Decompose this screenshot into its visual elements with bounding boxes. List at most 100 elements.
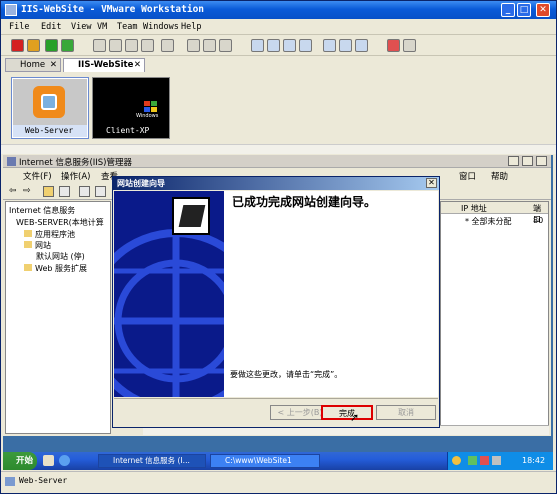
show-tree-icon[interactable] — [59, 186, 70, 197]
menu-vm[interactable]: VM — [97, 22, 107, 32]
table-row[interactable]: * 全部未分配 80 — [441, 216, 548, 226]
mmc-close-button[interactable] — [536, 156, 547, 166]
start-label: 开始 — [16, 456, 34, 466]
forward-arrow-icon[interactable]: ⇨ — [23, 186, 31, 196]
tab-iis-label: IIS-WebSite — [78, 60, 134, 70]
summary-view-icon[interactable] — [323, 39, 336, 52]
tray-speaker-icon[interactable] — [492, 456, 501, 465]
power-on-icon[interactable] — [45, 39, 58, 52]
tab-home[interactable]: Home ✕ — [5, 58, 61, 72]
sidebar-view-icon[interactable] — [251, 39, 264, 52]
console-view-icon[interactable] — [267, 39, 280, 52]
tray-security-icon[interactable] — [480, 456, 489, 465]
cancel-button[interactable]: 取消 — [376, 405, 436, 420]
close-tab-icon[interactable]: ✕ — [50, 59, 57, 71]
revert-icon[interactable] — [109, 39, 122, 52]
finish-button[interactable]: 完成 — [321, 405, 373, 420]
clone-icon[interactable] — [141, 39, 154, 52]
title-bar: IIS-WebSite - VMware Workstation _ □ ✕ — [1, 1, 556, 19]
tree-item-server[interactable]: WEB-SERVER(本地计算 — [16, 217, 104, 228]
tree-item-iis[interactable]: Internet 信息服务 — [9, 205, 75, 216]
tree-label: 应用程序池 — [35, 230, 75, 239]
start-button[interactable]: 开始 — [3, 452, 37, 470]
properties-icon[interactable] — [79, 186, 90, 197]
tab-iis-website[interactable]: IIS-WebSite ✕ — [63, 58, 145, 72]
menu-help[interactable]: Help — [181, 22, 201, 32]
quick-switch-icon[interactable] — [283, 39, 296, 52]
reset-icon[interactable] — [61, 39, 74, 52]
replay-icon[interactable] — [203, 39, 216, 52]
vm-thumbnail-bar: Web-Server Windows Client-XP — [1, 74, 556, 144]
close-button[interactable]: ✕ — [536, 3, 550, 17]
task-iis-manager[interactable]: Internet 信息服务 (I... — [98, 454, 206, 468]
snapshot-icon[interactable] — [93, 39, 106, 52]
menu-file[interactable]: File — [9, 22, 29, 32]
quicklaunch-desktop-icon[interactable] — [43, 455, 54, 466]
folder-icon — [24, 264, 32, 271]
menu-team[interactable]: Team — [117, 22, 137, 32]
tree-item-websites[interactable]: 网站 — [24, 240, 51, 251]
wizard-heading: 已成功完成网站创建向导。 — [232, 195, 377, 209]
status-text: Web-Server — [19, 476, 68, 485]
settings-icon[interactable] — [161, 39, 174, 52]
wizard-close-button[interactable]: ✕ — [426, 178, 437, 188]
column-ip[interactable]: IP 地址 — [461, 203, 487, 214]
quicklaunch-ie-icon[interactable] — [59, 455, 70, 466]
book-icon — [172, 197, 210, 235]
taskbar: 开始 Internet 信息服务 (I... C:\www\WebSite1 1… — [3, 452, 553, 470]
full-screen-icon[interactable] — [299, 39, 312, 52]
tree-item-web-extensions[interactable]: Web 服务扩展 — [24, 263, 87, 274]
mmc-menu-action[interactable]: 操作(A) — [61, 170, 90, 182]
tab-bar: Home ✕ IIS-WebSite ✕ — [1, 57, 556, 73]
up-folder-icon[interactable] — [43, 186, 54, 197]
folder-icon — [24, 230, 32, 237]
menu-edit[interactable]: Edit — [41, 22, 61, 32]
list-header: IP 地址 端口 — [441, 202, 548, 224]
menu-windows[interactable]: Windows — [143, 22, 179, 32]
tree-label: Web 服务扩展 — [35, 264, 87, 273]
wizard-content: 已成功完成网站创建向导。 要做这些更改，请单击“完成”。 — [224, 191, 438, 397]
tree-label: WEB-SERVER(本地计算 — [16, 218, 104, 227]
suspend-icon[interactable] — [27, 39, 40, 52]
ace-icon[interactable] — [219, 39, 232, 52]
wizard-title: 网站创建向导 — [117, 179, 165, 188]
mmc-maximize-button[interactable] — [522, 156, 533, 166]
mmc-menu-window[interactable]: 窗口 — [459, 170, 476, 182]
mmc-menu-help[interactable]: 帮助 — [491, 170, 508, 182]
vmware-app-icon — [5, 4, 17, 16]
tray-alert-icon[interactable] — [452, 456, 461, 465]
wizard-side-graphic — [114, 191, 224, 397]
power-off-icon[interactable] — [11, 39, 24, 52]
iis-tree-pane: Internet 信息服务 WEB-SERVER(本地计算 应用程序池 网站 默… — [5, 201, 111, 434]
vm-thumbnail-client-xp[interactable]: Windows Client-XP — [92, 77, 170, 139]
menu-view[interactable]: View — [71, 22, 91, 32]
tree-label: 默认网站 (停) — [36, 252, 85, 261]
tree-label: Internet 信息服务 — [9, 206, 76, 215]
thumbnail-view-icon[interactable] — [355, 39, 368, 52]
mmc-menu-file[interactable]: 文件(F) — [23, 170, 52, 182]
tray-network-icon[interactable] — [468, 456, 477, 465]
thumbnail-scrollbar[interactable] — [1, 144, 556, 154]
minimize-button[interactable]: _ — [501, 3, 515, 17]
thumb-label-web-server: Web-Server — [13, 125, 87, 137]
iis-manager-title: Internet 信息服务(IIS)管理器 — [19, 158, 132, 168]
status-bar: Web-Server — [1, 471, 556, 493]
help-icon[interactable] — [403, 39, 416, 52]
refresh-icon[interactable] — [95, 186, 106, 197]
unity-icon[interactable] — [387, 39, 400, 52]
back-arrow-icon[interactable]: ⇦ — [9, 186, 17, 196]
tree-item-default-site[interactable]: 默认网站 (停) — [36, 251, 85, 262]
appliance-view-icon[interactable] — [339, 39, 352, 52]
close-tab-icon[interactable]: ✕ — [134, 59, 141, 71]
maximize-button[interactable]: □ — [517, 3, 531, 17]
mmc-minimize-button[interactable] — [508, 156, 519, 166]
windows-logo-icon: Windows — [94, 79, 168, 125]
wizard-divider — [114, 398, 438, 399]
snapshot-manager-icon[interactable] — [125, 39, 138, 52]
tree-item-app-pools[interactable]: 应用程序池 — [24, 229, 75, 240]
record-icon[interactable] — [187, 39, 200, 52]
vm-thumbnail-web-server[interactable]: Web-Server — [11, 77, 89, 139]
task-explorer[interactable]: C:\www\WebSite1 — [210, 454, 320, 468]
iis-list-pane: IP 地址 端口 * 全部未分配 80 — [440, 201, 549, 434]
window-title: IIS-WebSite - VMware Workstation — [21, 4, 205, 15]
